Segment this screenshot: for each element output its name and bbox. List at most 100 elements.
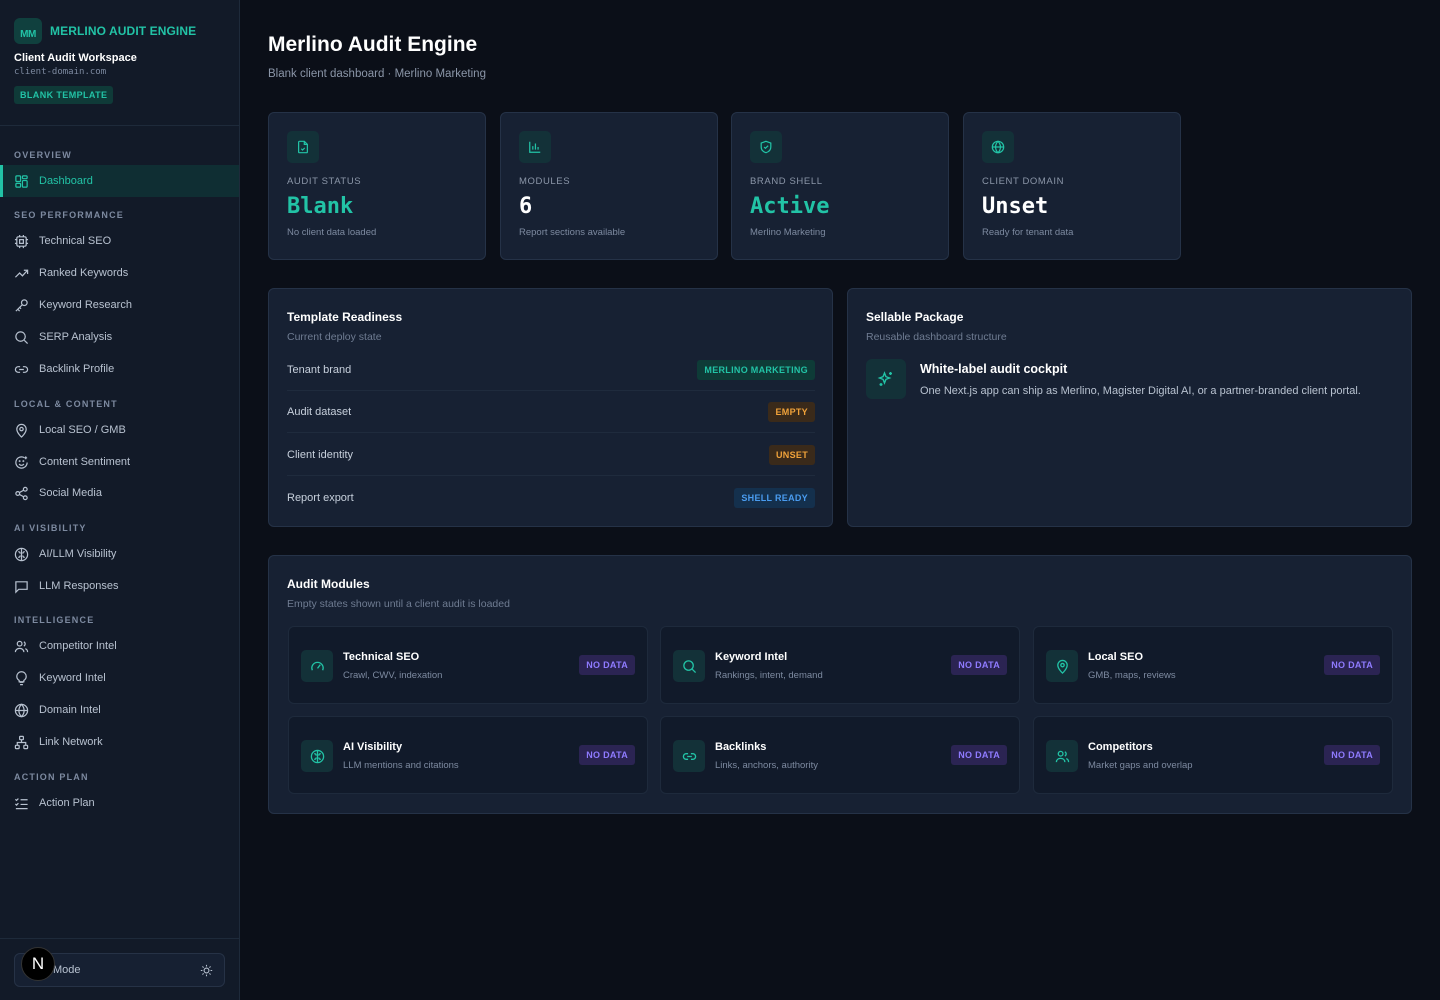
nextjs-dev-badge[interactable]: N <box>21 947 55 981</box>
module-card-ai-visibility[interactable]: AI Visibility LLM mentions and citations… <box>288 716 648 794</box>
sidebar-item-label: Backlink Profile <box>39 363 115 375</box>
sidebar-item-ranked-keywords[interactable]: Ranked Keywords <box>0 257 239 289</box>
sidebar-item-label: Action Plan <box>39 797 95 809</box>
stat-card-audit-status: AUDIT STATUS Blank No client data loaded <box>268 112 486 260</box>
stat-label: AUDIT STATUS <box>287 176 362 187</box>
brand-block: MM MERLINO AUDIT ENGINE Client Audit Wor… <box>0 0 239 126</box>
sidebar-item-ai-llm-visibility[interactable]: AI/LLM Visibility <box>0 538 239 570</box>
status-badge: NO DATA <box>1324 745 1380 765</box>
status-badge: NO DATA <box>579 745 635 765</box>
status-badge: SHELL READY <box>734 488 815 508</box>
sidebar-item-local-seo[interactable]: Local SEO / GMB <box>0 414 239 446</box>
sidebar-item-serp-analysis[interactable]: SERP Analysis <box>0 321 239 353</box>
panel-subtitle: Reusable dashboard structure <box>866 331 1007 343</box>
mode-label: Mode <box>53 964 81 976</box>
sidebar-item-competitor-intel[interactable]: Competitor Intel <box>0 630 239 662</box>
shield-check-icon <box>760 140 772 154</box>
sidebar-item-label: SERP Analysis <box>39 331 113 343</box>
brand-name: MERLINO AUDIT ENGINE <box>50 24 197 38</box>
stat-label: MODULES <box>519 176 571 187</box>
module-card-competitors[interactable]: Competitors Market gaps and overlap NO D… <box>1033 716 1393 794</box>
module-title: Competitors <box>1088 741 1153 753</box>
sidebar-item-link-network[interactable]: Link Network <box>0 726 239 758</box>
status-badge: MERLINO MARKETING <box>697 359 815 380</box>
sidebar-item-backlink-profile[interactable]: Backlink Profile <box>0 353 239 385</box>
readiness-row: Client identity UNSET <box>287 434 815 476</box>
module-desc: Rankings, intent, demand <box>715 670 823 681</box>
status-badge: NO DATA <box>579 655 635 675</box>
module-card-backlinks[interactable]: Backlinks Links, anchors, authority NO D… <box>660 716 1020 794</box>
map-pin-icon <box>1056 659 1068 674</box>
sidebar-item-keyword-intel[interactable]: Keyword Intel <box>0 662 239 694</box>
workspace-name: Client Audit Workspace <box>14 52 137 64</box>
sidebar-item-technical-seo[interactable]: Technical SEO <box>0 225 239 257</box>
module-icon-wrap <box>301 650 333 682</box>
stat-value: Active <box>750 194 830 219</box>
nav-section-action: ACTION PLAN <box>14 772 89 782</box>
message-square-icon <box>15 580 28 594</box>
module-desc: Links, anchors, authority <box>715 760 818 771</box>
dashboard-icon <box>15 174 28 188</box>
sidebar-footer: Mode N <box>0 938 239 1000</box>
module-icon-wrap <box>1046 740 1078 772</box>
status-badge: EMPTY <box>768 401 815 422</box>
stat-icon-wrap <box>982 131 1014 163</box>
search-icon <box>682 659 696 673</box>
readiness-row: Report export SHELL READY <box>287 477 815 519</box>
sparkles-icon <box>877 371 892 386</box>
module-title: Local SEO <box>1088 651 1144 663</box>
globe-icon <box>991 140 1005 154</box>
module-card-technical-seo[interactable]: Technical SEO Crawl, CWV, indexation NO … <box>288 626 648 704</box>
readiness-label: Client identity <box>287 448 354 461</box>
module-card-keyword-intel[interactable]: Keyword Intel Rankings, intent, demand N… <box>660 626 1020 704</box>
sidebar-item-dashboard[interactable]: Dashboard <box>0 165 239 197</box>
readiness-label: Tenant brand <box>287 363 352 376</box>
users-icon <box>1055 750 1069 762</box>
status-badge: NO DATA <box>951 655 1007 675</box>
sidebar: MM MERLINO AUDIT ENGINE Client Audit Wor… <box>0 0 240 1000</box>
feature-description: One Next.js app can ship as Merlino, Mag… <box>920 385 1361 397</box>
stat-label: BRAND SHELL <box>750 176 823 187</box>
key-icon <box>15 298 28 312</box>
sidebar-item-llm-responses[interactable]: LLM Responses <box>0 570 239 602</box>
stat-desc: Ready for tenant data <box>982 227 1074 238</box>
sidebar-item-content-sentiment[interactable]: Content Sentiment <box>0 446 239 478</box>
module-desc: Crawl, CWV, indexation <box>343 670 443 681</box>
sidebar-item-label: Dashboard <box>39 175 93 187</box>
bar-chart-icon <box>529 141 541 153</box>
template-readiness-panel: Template Readiness Current deploy state … <box>268 288 833 527</box>
sidebar-item-action-plan[interactable]: Action Plan <box>0 787 239 819</box>
panel-title: Audit Modules <box>287 577 370 591</box>
module-title: AI Visibility <box>343 741 403 753</box>
file-check-icon <box>298 140 308 154</box>
stat-desc: Report sections available <box>519 227 626 238</box>
brand-logo: MM <box>14 18 42 44</box>
page-subtitle: Blank client dashboard · Merlino Marketi… <box>268 68 486 80</box>
nav-section-local: LOCAL & CONTENT <box>14 399 118 409</box>
stat-icon-wrap <box>519 131 551 163</box>
module-card-local-seo[interactable]: Local SEO GMB, maps, reviews NO DATA <box>1033 626 1393 704</box>
module-desc: Market gaps and overlap <box>1088 760 1193 771</box>
link-icon <box>14 365 29 373</box>
search-icon <box>15 330 29 344</box>
stat-card-brand-shell: BRAND SHELL Active Merlino Marketing <box>731 112 949 260</box>
list-checks-icon <box>14 797 28 809</box>
globe-icon <box>14 703 29 717</box>
module-icon-wrap <box>673 650 705 682</box>
module-title: Keyword Intel <box>715 651 788 663</box>
stat-icon-wrap <box>750 131 782 163</box>
workspace-domain: client-domain.com <box>14 67 107 77</box>
sidebar-item-social-media[interactable]: Social Media <box>0 477 239 509</box>
lightbulb-icon <box>16 670 27 685</box>
stat-value: 6 <box>519 194 533 219</box>
sellable-package-panel: Sellable Package Reusable dashboard stru… <box>847 288 1412 527</box>
panel-subtitle: Empty states shown until a client audit … <box>287 598 510 610</box>
module-desc: GMB, maps, reviews <box>1088 670 1176 681</box>
sidebar-item-domain-intel[interactable]: Domain Intel <box>0 694 239 726</box>
sidebar-item-keyword-research[interactable]: Keyword Research <box>0 289 239 321</box>
sidebar-item-label: Domain Intel <box>39 704 101 716</box>
brand-row[interactable]: MM MERLINO AUDIT ENGINE <box>14 18 225 44</box>
stat-desc: Merlino Marketing <box>750 227 826 238</box>
readiness-row: Audit dataset EMPTY <box>287 391 815 433</box>
stat-label: CLIENT DOMAIN <box>982 176 1065 187</box>
